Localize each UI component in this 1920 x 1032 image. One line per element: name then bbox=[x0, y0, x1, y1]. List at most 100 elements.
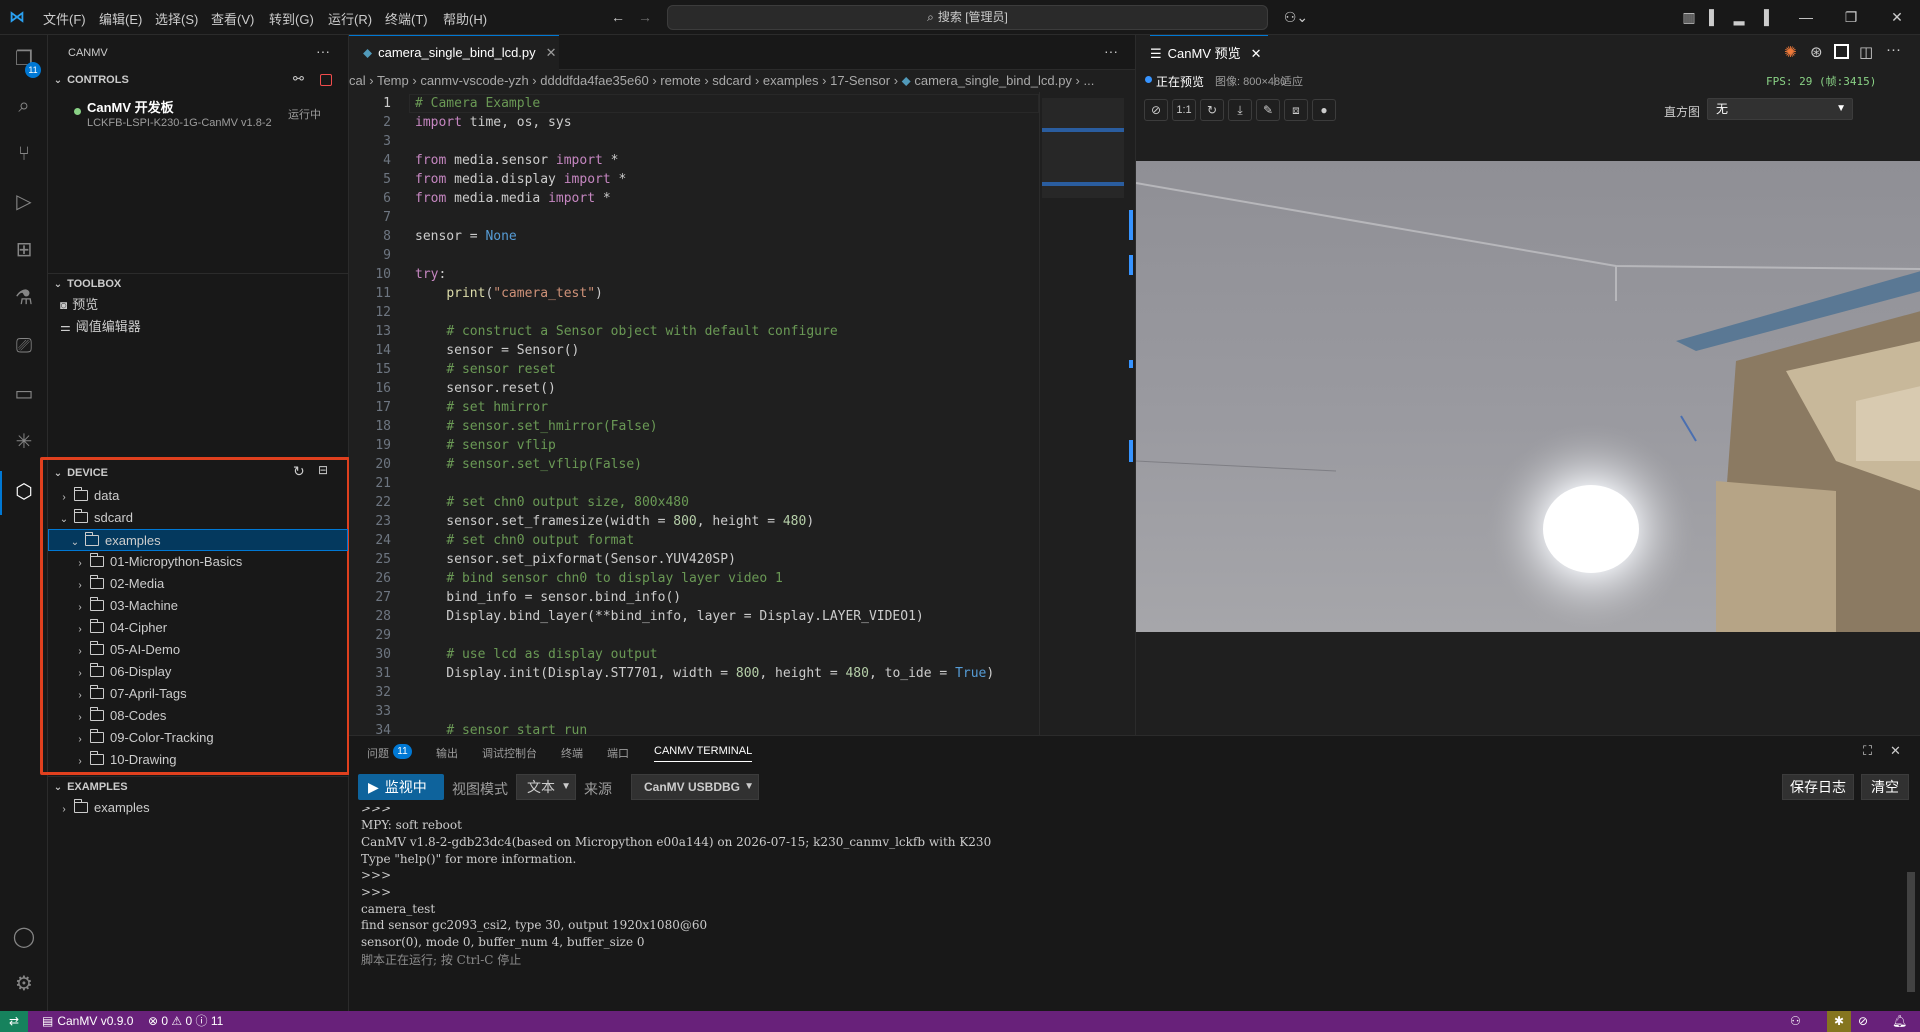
extensions-icon[interactable]: ⊞ bbox=[10, 236, 38, 264]
source-control-icon[interactable]: ⑂ bbox=[10, 140, 38, 168]
menu-goto[interactable]: 转到(G) bbox=[269, 9, 314, 28]
menu-run[interactable]: 运行(R) bbox=[328, 9, 372, 28]
breadcrumb-item[interactable]: remote bbox=[660, 73, 700, 88]
menu-terminal[interactable]: 终端(T) bbox=[385, 9, 428, 28]
breadcrumb-item[interactable]: ... bbox=[1083, 73, 1094, 88]
code-area[interactable]: 1 # Camera Example 2 import time, os, sys … bbox=[349, 92, 1039, 735]
menu-file[interactable]: 文件(F) bbox=[43, 9, 86, 28]
split-editor-icon[interactable]: ◫ bbox=[1859, 43, 1873, 61]
menu-help[interactable]: 帮助(H) bbox=[443, 9, 487, 28]
toggle-panel-icon[interactable]: ▂ bbox=[1730, 8, 1748, 26]
camera-preview-image[interactable] bbox=[1136, 161, 1920, 632]
panel-tab-output[interactable]: 输出 bbox=[436, 745, 458, 761]
testing-icon[interactable]: ⚗ bbox=[10, 284, 38, 312]
tree-item-folder[interactable]: › 03-Machine bbox=[48, 595, 348, 617]
tree-item-folder[interactable]: › 09-Color-Tracking bbox=[48, 727, 348, 749]
download-button[interactable]: ⤓ bbox=[1228, 99, 1252, 121]
breadcrumb-item[interactable]: sdcard bbox=[712, 73, 751, 88]
preview-toggle-icon[interactable] bbox=[1834, 44, 1849, 59]
record-button[interactable]: ● bbox=[1312, 99, 1336, 121]
panel-tab-problems[interactable]: 问题 bbox=[367, 745, 389, 761]
copilot-status-icon[interactable]: ⚇ bbox=[1790, 1011, 1801, 1032]
spark-icon[interactable]: ✺ bbox=[1784, 43, 1797, 61]
toolbox-item-threshold-editor[interactable]: ⚌ 阈值编辑器 bbox=[48, 316, 348, 338]
stop-preview-button[interactable]: ⊘ bbox=[1144, 99, 1168, 121]
source-select[interactable]: CanMV USBDBG ▼ bbox=[631, 774, 759, 800]
close-tab-icon[interactable]: ✕ bbox=[1251, 46, 1262, 61]
back-arrow-icon[interactable]: ← bbox=[609, 8, 627, 26]
histogram-select[interactable]: 无 ▼ bbox=[1707, 98, 1853, 120]
problems-status[interactable]: ⊗ 0 ⚠ 0 ⓘ 11 bbox=[148, 1011, 223, 1032]
run-debug-icon[interactable]: ▷ bbox=[10, 188, 38, 216]
zoom-1-1-button[interactable]: 1:1 bbox=[1172, 99, 1196, 121]
tree-item-examples[interactable]: › examples bbox=[48, 797, 348, 819]
notifications-bell-icon[interactable]: 🔔︎ bbox=[1892, 1011, 1907, 1032]
preview-tab[interactable]: ☰ CanMV 预览 ✕ bbox=[1150, 35, 1268, 70]
breadcrumb-item[interactable]: camera_single_bind_lcd.py bbox=[914, 73, 1072, 88]
breadcrumb-item[interactable]: 17-Sensor bbox=[830, 73, 890, 88]
monitor-button[interactable]: ▶ 监视中 bbox=[358, 774, 444, 800]
restore-icon[interactable]: ❐ bbox=[1842, 8, 1860, 26]
tree-item-folder[interactable]: › 08-Codes bbox=[48, 705, 348, 727]
examples-section-header[interactable]: ⌄ EXAMPLES bbox=[48, 776, 349, 796]
breadcrumb-item[interactable]: cal bbox=[349, 73, 366, 88]
canmv-extension-status[interactable]: ▤ CanMV v0.9.0 bbox=[42, 1011, 133, 1032]
close-panel-icon[interactable]: ✕ bbox=[1890, 743, 1901, 759]
terminal-scrollbar[interactable] bbox=[1907, 872, 1915, 992]
text-mode-select[interactable]: 文本 ▼ bbox=[516, 774, 576, 800]
customize-layout-icon[interactable]: ▥ bbox=[1680, 8, 1698, 26]
breadcrumb-item[interactable]: canmv-vscode-yzh bbox=[420, 73, 528, 88]
search-icon[interactable]: ⌕ bbox=[10, 92, 38, 120]
stop-square-icon[interactable] bbox=[320, 74, 332, 86]
panel-tab-terminal[interactable]: 终端 bbox=[561, 745, 583, 761]
breadcrumb-item[interactable]: ddddfda4fae35e60 bbox=[540, 73, 648, 88]
terminal-output[interactable]: >>> MPY: soft reboot CanMV v1.8-2-gdb23d… bbox=[349, 807, 1909, 1011]
minimap[interactable] bbox=[1039, 92, 1125, 735]
tree-item-folder[interactable]: › 06-Display bbox=[48, 661, 348, 683]
panel-tab-canmv-terminal[interactable]: CANMV TERMINAL bbox=[654, 745, 753, 762]
tree-item-examples-selected[interactable]: ⌄ examples bbox=[48, 529, 348, 551]
folder-icon[interactable]: ▭ bbox=[10, 380, 38, 408]
spark-icon[interactable]: ✳ bbox=[10, 428, 38, 456]
tree-item-folder[interactable]: › 10-Drawing bbox=[48, 749, 348, 771]
copilot-icon[interactable]: ⚇⌄ bbox=[1281, 8, 1311, 26]
account-icon[interactable]: ◯ bbox=[10, 923, 38, 951]
tree-item-folder[interactable]: › 04-Cipher bbox=[48, 617, 348, 639]
disconnect-icon[interactable]: ⚯ bbox=[293, 71, 304, 87]
menu-selection[interactable]: 选择(S) bbox=[155, 9, 198, 28]
pick-color-button[interactable]: ✎ bbox=[1256, 99, 1280, 121]
spark-status-icon[interactable]: ✱ bbox=[1827, 1011, 1851, 1032]
maximize-panel-icon[interactable]: ⛶ bbox=[1863, 743, 1872, 759]
close-window-icon[interactable]: ✕ bbox=[1888, 8, 1906, 26]
collapse-all-icon[interactable]: ⊟ bbox=[318, 463, 328, 477]
save-log-button[interactable]: 保存日志 bbox=[1782, 774, 1854, 800]
toggle-primary-sidebar-icon[interactable]: ▌ bbox=[1705, 8, 1723, 26]
clear-button[interactable]: 清空 bbox=[1861, 774, 1909, 800]
editor-tab[interactable]: ⬥ camera_single_bind_lcd.py ✕ bbox=[349, 35, 559, 70]
rotate-button[interactable]: ↻ bbox=[1200, 99, 1224, 121]
toolbox-section-header[interactable]: ⌄ TOOLBOX bbox=[48, 274, 349, 294]
forward-arrow-icon[interactable]: → bbox=[636, 8, 654, 26]
more-actions-icon[interactable]: ··· bbox=[316, 43, 330, 59]
tree-item-folder[interactable]: › 01-Micropython-Basics bbox=[48, 551, 348, 573]
remote-indicator-icon[interactable]: ⇄ bbox=[0, 1011, 28, 1032]
more-actions-icon[interactable]: ··· bbox=[1886, 41, 1901, 58]
sync-status-icon[interactable]: ⊘ bbox=[1858, 1011, 1868, 1032]
openai-icon[interactable]: ⊛ bbox=[1810, 43, 1823, 61]
panel-tab-ports[interactable]: 端口 bbox=[607, 745, 629, 761]
remote-explorer-icon[interactable]: ⎚ bbox=[10, 332, 38, 360]
capture-button[interactable]: ⧈ bbox=[1284, 99, 1308, 121]
menu-edit[interactable]: 编辑(E) bbox=[99, 9, 142, 28]
breadcrumb-item[interactable]: examples bbox=[763, 73, 819, 88]
tree-item-folder[interactable]: › 05-AI-Demo bbox=[48, 639, 348, 661]
tree-item-folder[interactable]: › 02-Media bbox=[48, 573, 348, 595]
settings-gear-icon[interactable]: ⚙ bbox=[10, 970, 38, 998]
tree-item-folder[interactable]: › 07-April-Tags bbox=[48, 683, 348, 705]
tree-item-data[interactable]: › data bbox=[48, 485, 348, 507]
toolbox-item-preview[interactable]: ◙ 预览 bbox=[48, 294, 348, 316]
menu-view[interactable]: 查看(V) bbox=[211, 9, 254, 28]
panel-tab-debug-console[interactable]: 调试控制台 bbox=[482, 745, 537, 761]
editor-more-actions-icon[interactable]: ··· bbox=[1104, 43, 1118, 59]
breadcrumb-item[interactable]: Temp bbox=[377, 73, 409, 88]
canmv-icon[interactable]: ⬡ bbox=[10, 478, 38, 506]
